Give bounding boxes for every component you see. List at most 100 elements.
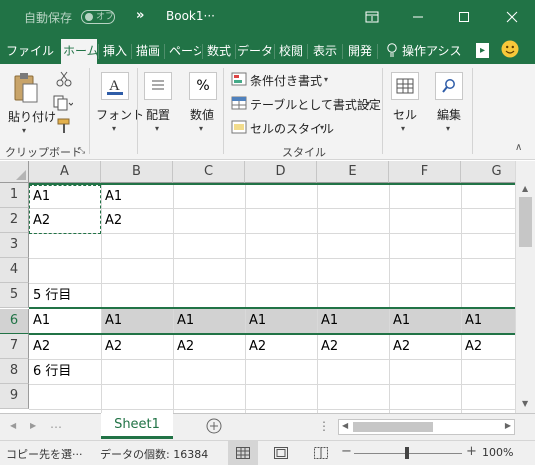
scroll-thumb[interactable] xyxy=(519,197,532,247)
normal-view-icon[interactable] xyxy=(228,441,258,465)
tab-formulas[interactable]: 数式 xyxy=(203,39,235,64)
cell-b7[interactable]: A2 xyxy=(101,335,122,359)
row-header-1[interactable]: 1 xyxy=(0,183,29,208)
row-header-4[interactable]: 4 xyxy=(0,258,29,283)
row-header-7[interactable]: 7 xyxy=(0,334,29,359)
column-header-b[interactable]: B xyxy=(101,161,173,183)
tab-review[interactable]: 校閲 xyxy=(275,39,307,64)
sheet-more-icon[interactable]: … xyxy=(50,417,62,431)
row-header-3[interactable]: 3 xyxy=(0,233,29,258)
dialog-launcher-icon[interactable]: ⤡ xyxy=(78,146,85,156)
paste-label[interactable]: 貼り付け xyxy=(8,108,56,125)
tell-me-box[interactable]: 操作アシス xyxy=(402,39,468,64)
tab-draw[interactable]: 描画 xyxy=(132,39,164,64)
cell-e6[interactable]: A1 xyxy=(317,309,338,333)
percent-icon[interactable]: % xyxy=(189,72,217,100)
title-bar: 自動保存 オフ » Book1··· xyxy=(0,0,535,34)
vertical-scrollbar[interactable]: ▲ ▼ xyxy=(515,161,535,413)
tab-split-handle-icon[interactable]: ⋮ xyxy=(318,419,330,433)
smiley-feedback-icon[interactable] xyxy=(501,40,519,61)
tab-insert[interactable]: 挿入 xyxy=(99,39,131,64)
cell-a8[interactable]: 6 行目 xyxy=(29,360,71,384)
editing-label[interactable]: 編集 xyxy=(437,106,461,123)
row-header-2[interactable]: 2 xyxy=(0,208,29,233)
collapse-ribbon-icon[interactable]: ∧ xyxy=(515,142,522,153)
cell-e7[interactable]: A2 xyxy=(317,335,338,359)
cells-label[interactable]: セル xyxy=(393,106,417,123)
zoom-out-icon[interactable]: − xyxy=(341,444,352,459)
cell-a6[interactable]: A1 xyxy=(29,309,50,333)
zoom-slider-thumb[interactable] xyxy=(405,447,409,459)
scroll-down-icon[interactable]: ▼ xyxy=(522,399,528,408)
close-icon[interactable] xyxy=(489,0,535,34)
cell-a2[interactable]: A2 xyxy=(29,209,50,233)
tab-data[interactable]: データ xyxy=(236,39,274,64)
cell-a7[interactable]: A2 xyxy=(29,335,50,359)
sheet-tab-sheet1[interactable]: Sheet1 xyxy=(101,413,173,439)
page-break-view-icon[interactable] xyxy=(314,447,328,462)
status-bar: コピー先を選··· データの個数: 16384 − + 100% xyxy=(0,440,535,465)
search-icon[interactable] xyxy=(435,72,463,100)
cell-a1[interactable]: A1 xyxy=(29,185,50,209)
column-header-f[interactable]: F xyxy=(389,161,461,183)
tab-home[interactable]: ホーム xyxy=(61,39,97,64)
minimize-icon[interactable] xyxy=(395,0,441,34)
cell-f7[interactable]: A2 xyxy=(389,335,410,359)
scroll-left-icon[interactable]: ◀ xyxy=(342,421,348,430)
cut-icon[interactable] xyxy=(56,71,72,90)
cell-b2[interactable]: A2 xyxy=(101,209,122,233)
alignment-icon[interactable] xyxy=(144,72,172,100)
tab-developer[interactable]: 開発 xyxy=(343,39,377,64)
cell-a5[interactable]: 5 行目 xyxy=(29,284,71,308)
tab-file[interactable]: ファイル xyxy=(6,39,54,64)
column-header-d[interactable]: D xyxy=(245,161,317,183)
ribbon-display-options-icon[interactable] xyxy=(349,0,395,34)
format-painter-icon[interactable] xyxy=(56,118,72,137)
autosave-toggle[interactable]: オフ xyxy=(81,10,115,24)
page-layout-view-icon[interactable] xyxy=(274,447,288,462)
cell-g6[interactable]: A1 xyxy=(461,309,482,333)
row-header-8[interactable]: 8 xyxy=(0,359,29,384)
cell-b1[interactable]: A1 xyxy=(101,185,122,209)
row-header-6[interactable]: 6 xyxy=(0,309,29,334)
cell-d7[interactable]: A2 xyxy=(245,335,266,359)
column-header-g[interactable]: G xyxy=(461,161,515,183)
font-icon[interactable]: A xyxy=(101,72,129,100)
more-commands-icon[interactable]: » xyxy=(136,8,144,23)
column-header-e[interactable]: E xyxy=(317,161,389,183)
conditional-format-button[interactable]: 条件付き書式 xyxy=(250,72,322,89)
zoom-in-icon[interactable]: + xyxy=(466,444,477,459)
maximize-icon[interactable] xyxy=(441,0,487,34)
cell-c6[interactable]: A1 xyxy=(173,309,194,333)
copy-icon[interactable] xyxy=(53,95,74,114)
row-header-9[interactable]: 9 xyxy=(0,384,29,409)
add-sheet-icon[interactable] xyxy=(206,418,222,437)
select-all-corner[interactable] xyxy=(0,161,29,183)
column-header-c[interactable]: C xyxy=(173,161,245,183)
zoom-level[interactable]: 100% xyxy=(482,446,513,459)
cell-c7[interactable]: A2 xyxy=(173,335,194,359)
scroll-tabs-right-icon[interactable]: ▸ xyxy=(476,43,489,58)
cell-d6[interactable]: A1 xyxy=(245,309,266,333)
sheet-prev-icon[interactable]: ◀ xyxy=(10,421,16,430)
spreadsheet-grid[interactable]: A B C D E F G 1 2 3 4 5 6 7 8 9 A1 A1 A2… xyxy=(0,161,515,413)
tab-view[interactable]: 表示 xyxy=(308,39,342,64)
alignment-label[interactable]: 配置 xyxy=(146,106,170,123)
scroll-up-icon[interactable]: ▲ xyxy=(522,184,528,193)
h-scroll-thumb[interactable] xyxy=(353,422,433,432)
sheet-tab-bar: ◀ ▶ … Sheet1 ⋮ ◀ ▶ xyxy=(0,413,535,440)
tab-page-layout[interactable]: ページ xyxy=(165,39,201,64)
cell-b6[interactable]: A1 xyxy=(101,309,122,333)
paste-icon[interactable] xyxy=(13,72,39,107)
horizontal-scrollbar[interactable]: ◀ ▶ xyxy=(338,419,515,435)
cells-icon[interactable] xyxy=(391,72,419,100)
row-header-5[interactable]: 5 xyxy=(0,283,29,308)
format-as-table-button[interactable]: テーブルとして書式設定 xyxy=(250,96,381,113)
scroll-right-icon[interactable]: ▶ xyxy=(505,421,511,430)
cell-f6[interactable]: A1 xyxy=(389,309,410,333)
cell-g7[interactable]: A2 xyxy=(461,335,482,359)
column-header-a[interactable]: A xyxy=(29,161,101,183)
sheet-next-icon[interactable]: ▶ xyxy=(30,421,36,430)
group-clipboard-label: クリップボード xyxy=(5,146,82,159)
number-label[interactable]: 数値 xyxy=(190,106,214,123)
